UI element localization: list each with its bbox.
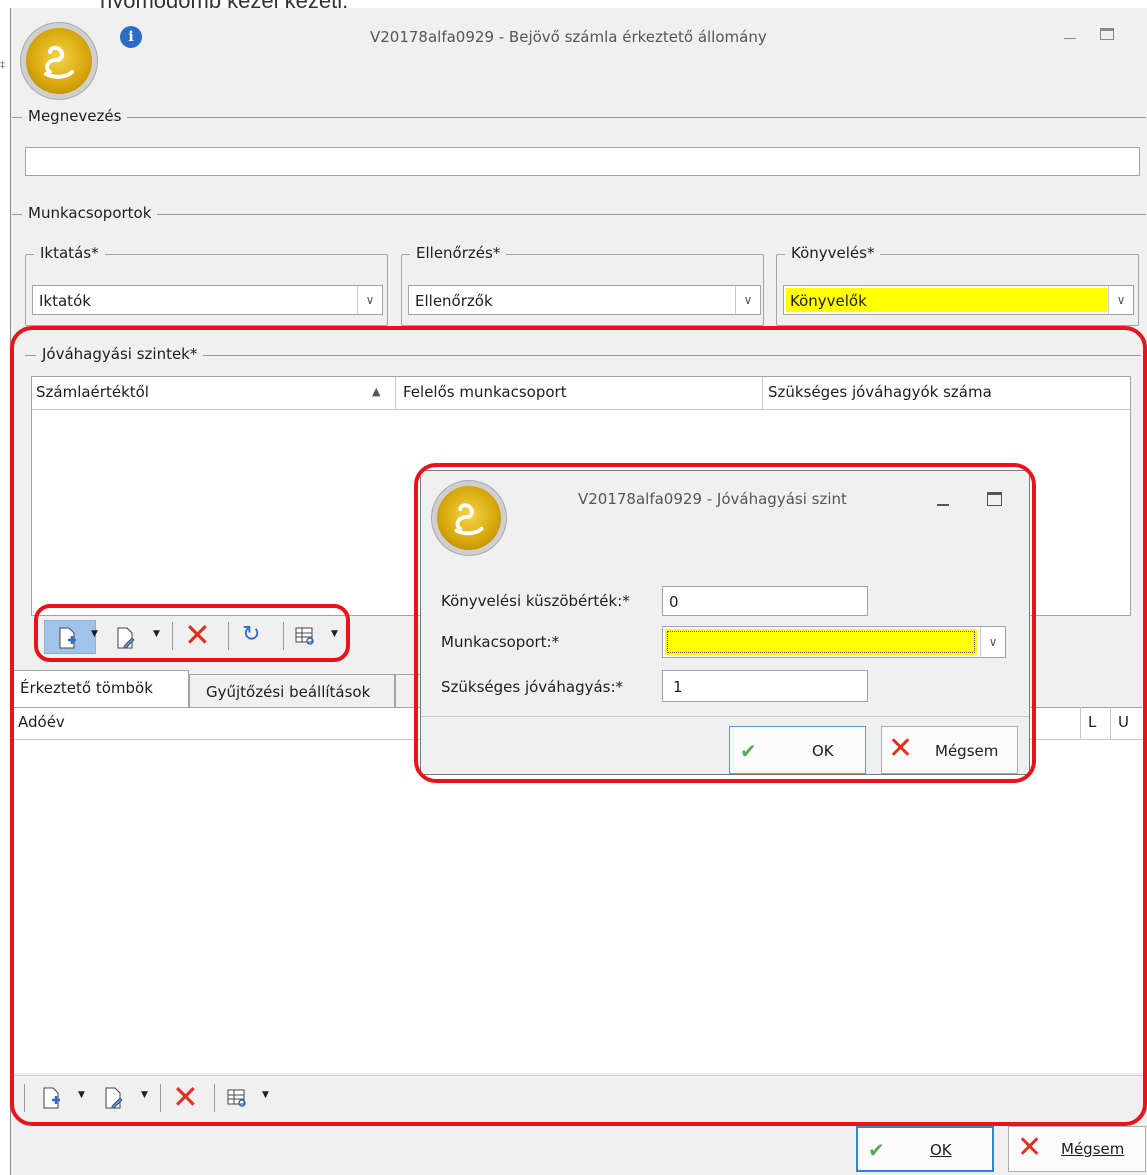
konyveles-label: Könyvelés* [785, 244, 881, 262]
konyveles-value: Könyvelők [790, 292, 867, 310]
ellenorzes-value: Ellenőrzők [415, 292, 493, 310]
name-group-line [12, 117, 1146, 118]
dialog-highlight-annotation [414, 463, 1036, 783]
cancel-x-icon: ✕ [1017, 1130, 1043, 1165]
info-icon[interactable]: i [120, 26, 142, 48]
main-ok-label: OK [930, 1141, 952, 1159]
chevron-down-icon[interactable]: ∨ [735, 286, 760, 314]
main-ok-button[interactable]: ✔ OK [856, 1126, 994, 1172]
maximize-icon[interactable] [1100, 28, 1114, 40]
main-cancel-button[interactable]: ✕ Mégsem [1008, 1126, 1146, 1172]
edge-artifact: ‡ [0, 60, 5, 71]
toolbar-highlight-annotation [34, 604, 350, 662]
chevron-down-icon[interactable]: ∨ [357, 286, 382, 314]
workgroups-line [12, 214, 1146, 215]
app-logo [26, 28, 92, 94]
cobra-logo-icon [44, 45, 74, 79]
name-input[interactable] [25, 147, 1140, 176]
ellenorzes-label: Ellenőrzés* [410, 244, 507, 262]
iktatas-combo[interactable]: Iktatók ∨ [32, 285, 383, 315]
chevron-down-icon[interactable]: ∨ [1108, 286, 1133, 314]
window-title: V20178alfa0929 - Bejövő számla érkeztető… [370, 28, 767, 46]
checkmark-icon: ✔ [868, 1138, 885, 1162]
konyveles-combo[interactable]: Könyvelők ∨ [783, 285, 1134, 315]
workgroups-label: Munkacsoportok [22, 204, 158, 222]
iktatas-label: Iktatás* [34, 244, 105, 262]
iktatas-value: Iktatók [39, 292, 91, 310]
main-cancel-label: Mégsem [1061, 1140, 1125, 1158]
minimize-icon[interactable] [1064, 38, 1076, 39]
name-group-label: Megnevezés [22, 107, 128, 125]
ellenorzes-combo[interactable]: Ellenőrzők ∨ [408, 285, 761, 315]
